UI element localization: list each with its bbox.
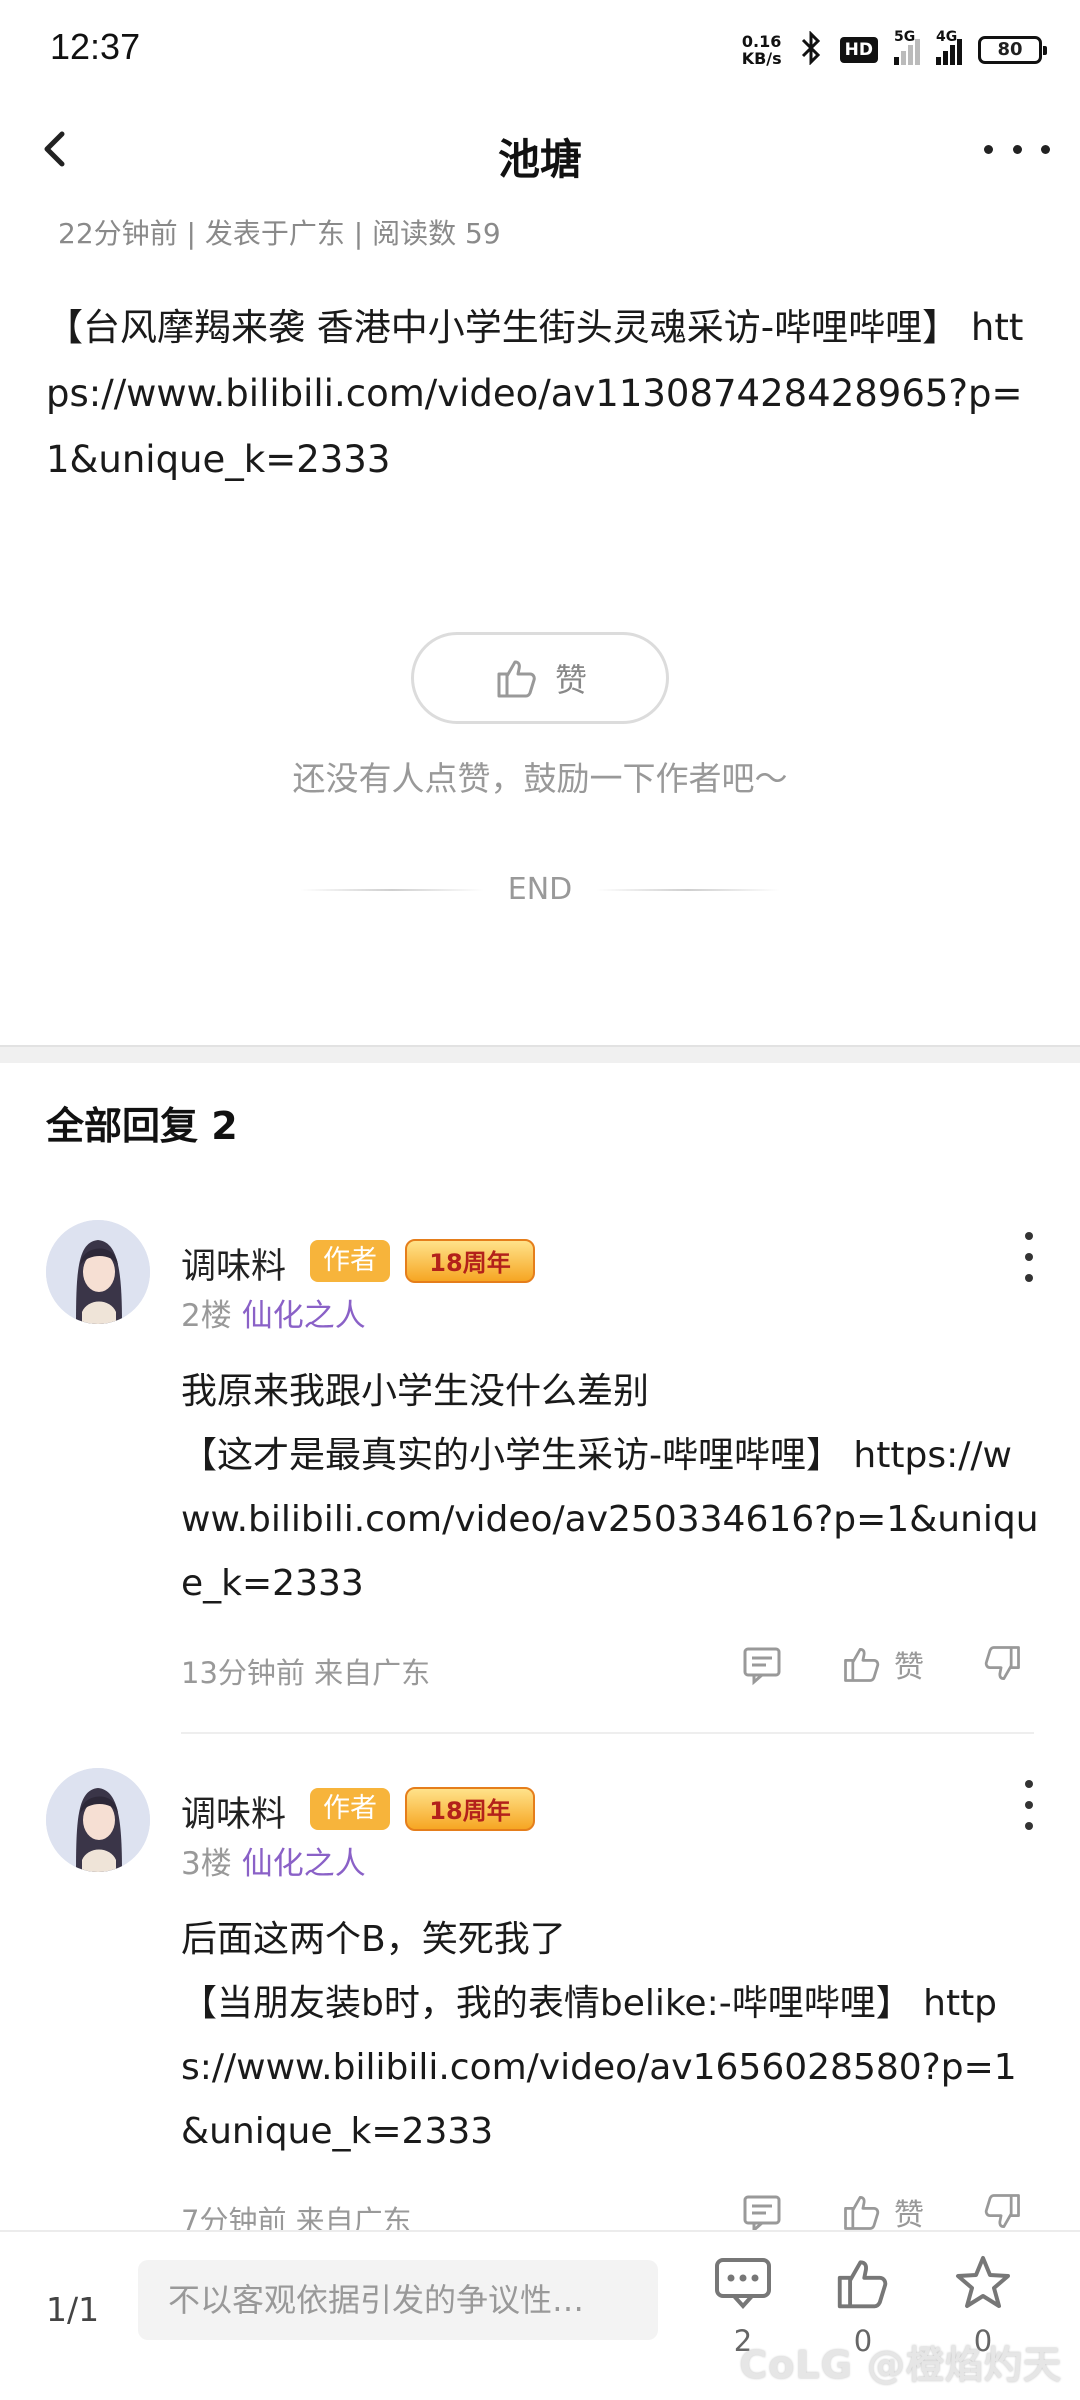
reply-author-name[interactable]: 调味料 [181,1238,286,1289]
signal-5g-icon: 5G [894,29,920,65]
comments-button[interactable] [708,2252,778,2318]
thumbs-up-icon [497,660,536,698]
battery-icon: 80 [978,36,1047,64]
user-title: 仙化之人 [241,1846,366,1882]
reply-like-button[interactable]: 赞 [840,2190,924,2234]
reply-time: 13分钟前 来自广东 [181,1656,431,1690]
avatar[interactable] [46,1220,150,1324]
comment-icon [743,2195,781,2234]
star-icon [956,2256,1010,2308]
avatar[interactable] [46,1768,150,1872]
reply-content[interactable]: 后面这两个B，笑死我了 【当朋友装b时，我的表情belike:-哔哩哔哩】 ht… [181,1908,1041,2164]
post-meta: 22分钟前 | 发表于广东 | 阅读数 59 [58,217,501,250]
anniversary-badge: 18周年 [405,1239,535,1283]
more-vertical-icon [1025,1780,1033,1788]
end-marker: END [300,872,780,907]
post-like-button[interactable] [828,2252,898,2318]
reply-like-button[interactable]: 赞 [840,1642,924,1686]
comment-icon [743,1647,781,1686]
network-speed: 0.16 KB/s [741,32,782,68]
watermark: CoLG @橙焰灼天 [739,2343,1062,2387]
reply-actions: 赞 [740,1642,1024,1686]
page-indicator[interactable]: 1/1 [46,2290,99,2329]
thumbs-up-icon [844,2195,880,2230]
title-bar: 池塘 [0,96,1080,206]
reply-comment-button[interactable] [740,2190,784,2234]
comment-icon [715,2258,771,2309]
post-body[interactable]: 【台风摩羯来袭 香港中小学生街头灵魂采访-哔哩哔哩】 https://www.b… [46,295,1036,493]
reply-menu-button[interactable] [1014,1232,1044,1282]
user-title: 仙化之人 [241,1298,366,1334]
bluetooth-icon [798,30,824,69]
hd-voice-badge: HD [839,37,878,63]
anniversary-badge: 18周年 [405,1787,535,1831]
author-badge: 作者 [310,1240,390,1282]
reply-author-name[interactable]: 调味料 [181,1786,286,1837]
more-button[interactable] [984,134,1050,164]
reply-comment-button[interactable] [740,1642,784,1686]
reply-content[interactable]: 我原来我跟小学生没什么差别 【这才是最真实的小学生采访-哔哩哔哩】 https:… [181,1360,1041,1616]
more-horizontal-icon [984,144,993,154]
section-separator [0,1045,1080,1063]
author-badge: 作者 [310,1788,390,1830]
reply-divider [181,1732,1034,1734]
reply-floor: 2楼 仙化之人 [181,1298,366,1334]
favorite-button[interactable] [948,2252,1018,2318]
thumbs-down-icon [984,1646,1020,1681]
more-vertical-icon [1025,1232,1033,1240]
reply-floor: 3楼 仙化之人 [181,1846,366,1882]
like-button[interactable]: 赞 [411,632,669,724]
reply-dislike-button[interactable] [980,1642,1024,1686]
page-title: 池塘 [497,135,582,184]
like-label: 赞 [554,661,587,699]
thumbs-up-icon [837,2260,888,2309]
like-hint: 还没有人点赞，鼓励一下作者吧～ [292,759,788,798]
thumbs-down-icon [984,2194,1020,2229]
replies-header: 全部回复 2 [46,1104,238,1148]
reply-dislike-button[interactable] [980,2190,1024,2234]
status-bar: 12:37 0.16 KB/s HD 5G 4G 80 [0,0,1080,96]
status-icons: 0.16 KB/s HD 5G 4G 80 [741,28,1047,72]
status-time: 12:37 [50,26,141,67]
bottom-bar: 1/1 不以客观依据引发的争议性… 2 0 0 CoLG @橙焰灼天 [0,2230,1080,2400]
reply-menu-button[interactable] [1014,1780,1044,1830]
reply-actions: 赞 [740,2190,1024,2234]
signal-4g-icon: 4G [936,29,962,65]
reply-input[interactable]: 不以客观依据引发的争议性… [138,2260,658,2340]
thumbs-up-icon [844,1647,880,1682]
